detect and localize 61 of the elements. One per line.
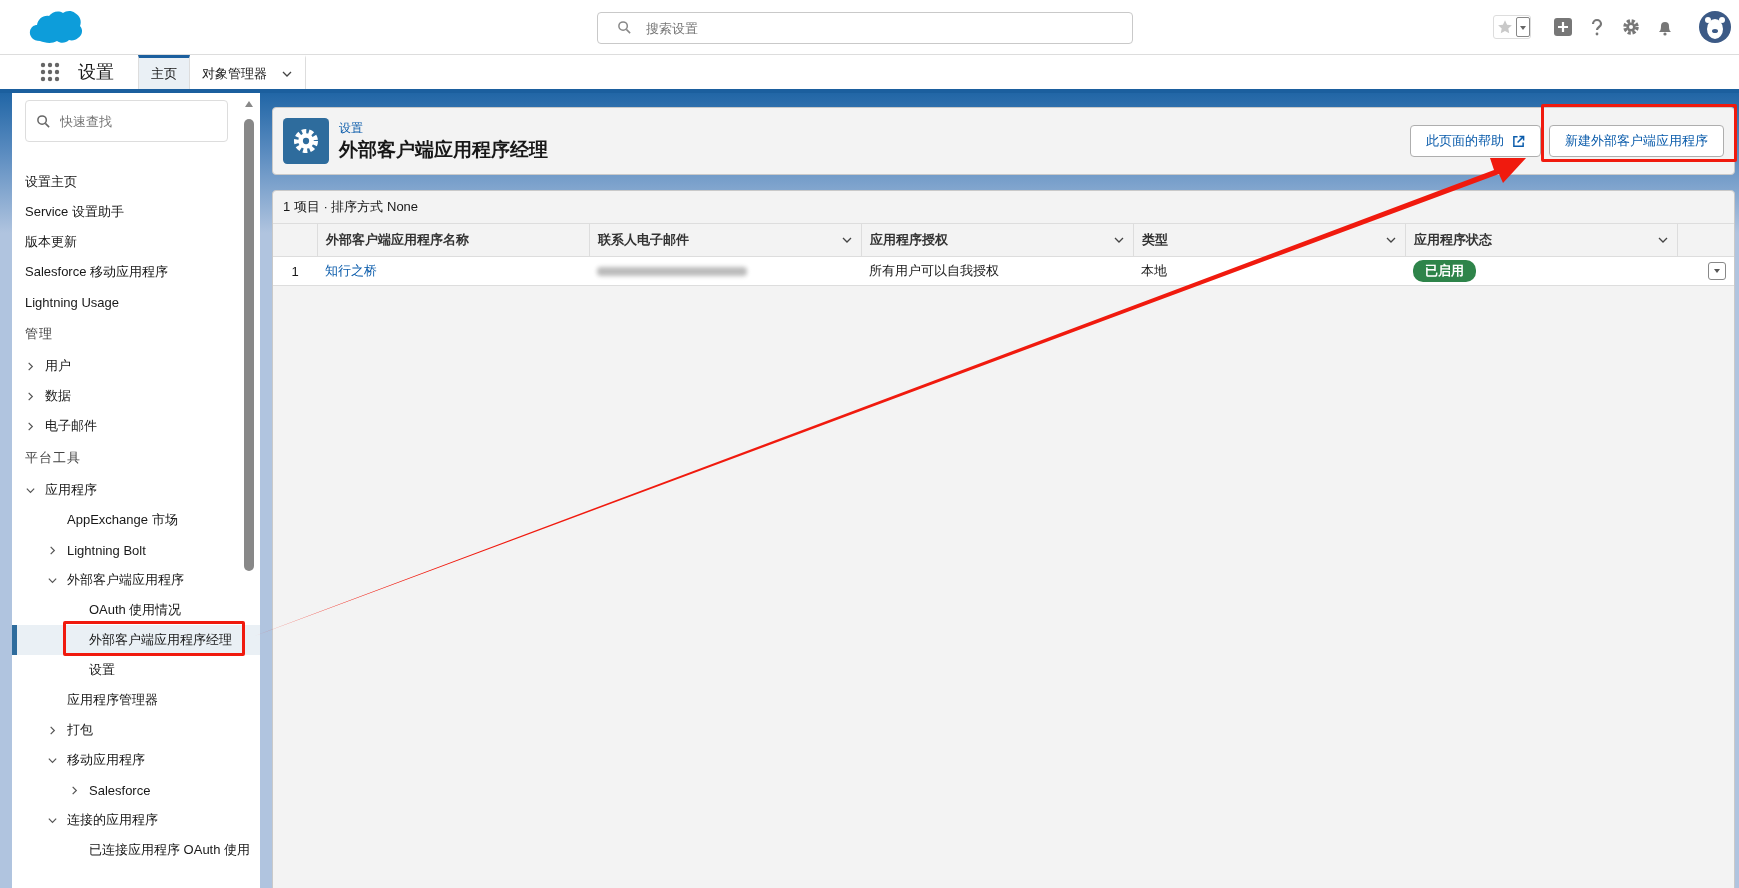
nav-tab[interactable]: 主页 <box>138 55 190 89</box>
table-cell-text: 本地 <box>1140 262 1168 280</box>
nav-item[interactable]: Salesforce <box>12 775 260 805</box>
status-badge: 已启用 <box>1413 260 1476 282</box>
nav-item[interactable]: 用户 <box>12 351 260 381</box>
nav-item[interactable]: 设置 <box>12 655 260 685</box>
scrollbar-thumb[interactable] <box>244 119 254 571</box>
chevron-right-icon[interactable] <box>25 420 36 432</box>
app-name-link[interactable]: 知行之桥 <box>325 262 377 280</box>
chevron-right-icon[interactable] <box>25 360 36 372</box>
nav-item[interactable]: Salesforce 移动应用程序 <box>12 257 260 287</box>
nav-item[interactable]: 版本更新 <box>12 227 260 257</box>
page-title: 外部客户端应用程序经理 <box>339 137 548 162</box>
nav-item[interactable]: 打包 <box>12 715 260 745</box>
nav-item[interactable]: 设置主页 <box>12 167 260 197</box>
settings-icon[interactable] <box>1621 17 1641 37</box>
chevron-right-icon[interactable] <box>25 390 36 402</box>
section-heading: 平台工具 <box>24 449 82 467</box>
nav-item[interactable]: OAuth 使用情况 <box>12 595 260 625</box>
nav-item[interactable]: 电子邮件 <box>12 411 260 441</box>
nav-item[interactable]: Lightning Bolt <box>12 535 260 565</box>
quick-find-field[interactable]: 快速查找 <box>25 100 228 142</box>
chevron-right-icon[interactable] <box>69 784 80 796</box>
nav-tab[interactable]: 对象管理器 <box>190 55 306 89</box>
table-cell-text: 所有用户可以自我授权 <box>868 262 1000 280</box>
nav-item[interactable]: 连接的应用程序 <box>12 805 260 835</box>
row-actions-button[interactable] <box>1708 262 1726 280</box>
scroll-up-icon[interactable] <box>245 101 253 107</box>
plus-icon[interactable] <box>1553 17 1573 37</box>
caret-down-icon[interactable] <box>1516 17 1530 37</box>
search-icon <box>617 20 632 35</box>
nav-item[interactable]: 应用程序管理器 <box>12 685 260 715</box>
app-name: 设置 <box>78 61 114 84</box>
nav-item[interactable]: 已连接应用程序 OAuth 使用 <box>12 835 260 865</box>
nav-item[interactable]: 外部客户端应用程序 <box>12 565 260 595</box>
column-header[interactable]: 应用程序授权 <box>861 224 1133 256</box>
column-header[interactable]: 联系人电子邮件 <box>589 224 861 256</box>
selected-nav-item[interactable]: 外部客户端应用程序经理 <box>12 625 260 655</box>
app-launcher-icon[interactable] <box>40 62 60 82</box>
row-number: 1 <box>290 262 300 281</box>
chevron-right-icon[interactable] <box>47 544 58 556</box>
nav-item[interactable]: 移动应用程序 <box>12 745 260 775</box>
help-button[interactable]: 此页面的帮助 <box>1410 125 1541 157</box>
column-header[interactable]: 应用程序状态 <box>1405 224 1677 256</box>
nav-item[interactable]: Lightning Usage <box>12 287 260 317</box>
nav-item[interactable]: AppExchange 市场 <box>12 505 260 535</box>
external-link-icon <box>1512 134 1525 148</box>
new-app-button[interactable]: 新建外部客户端应用程序 <box>1549 125 1724 157</box>
favorites-button[interactable] <box>1493 15 1531 39</box>
section-heading: 管理 <box>24 325 54 343</box>
gear-icon <box>283 118 329 164</box>
nav-item[interactable]: 应用程序 <box>12 475 260 505</box>
avatar-icon[interactable] <box>1699 11 1731 43</box>
search-icon <box>36 114 51 129</box>
breadcrumb-link[interactable]: 设置 <box>339 119 548 137</box>
list-summary: 1 项目 · 排序方式 None <box>282 198 420 216</box>
column-header[interactable]: 外部客户端应用程序名称 <box>317 224 589 256</box>
chevron-right-icon[interactable] <box>47 724 58 736</box>
nav-item[interactable]: Service 设置助手 <box>12 197 260 227</box>
nav-item[interactable]: 数据 <box>12 381 260 411</box>
search-field[interactable]: 搜索设置 <box>597 12 1133 44</box>
